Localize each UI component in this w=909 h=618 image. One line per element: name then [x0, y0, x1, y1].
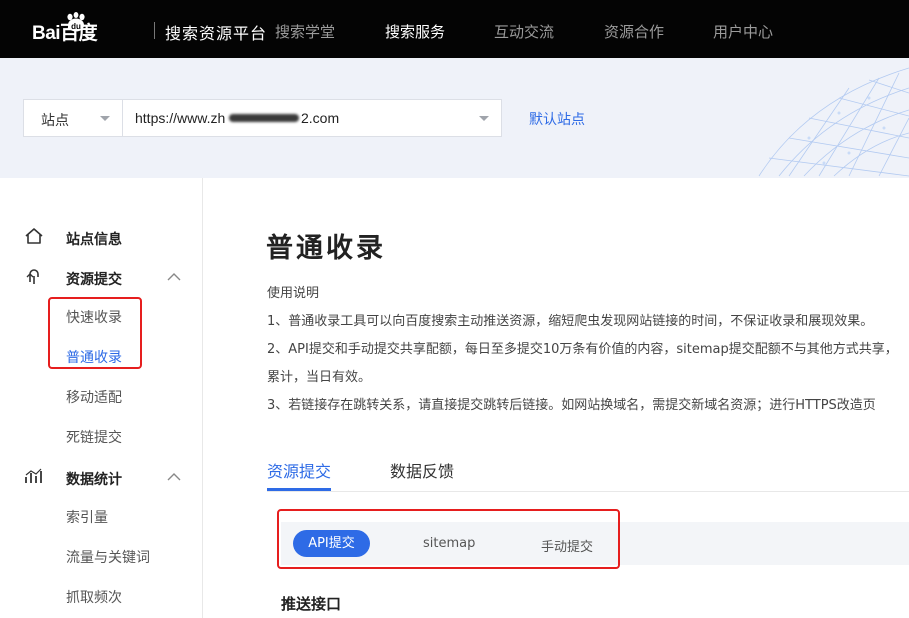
annotation-highlight-sidebar [48, 297, 142, 369]
site-selector: 站点 https://www.zh 2.com [23, 99, 502, 137]
tab-bar-divider [267, 491, 909, 492]
nav-search-service[interactable]: 搜索服务 [385, 21, 445, 42]
usage-line-1: 1、普通收录工具可以向百度搜索主动推送资源，缩短爬虫发现网站链接的时间，不保证收… [267, 314, 874, 329]
home-icon [25, 228, 43, 244]
tab-data-feedback[interactable]: 数据反馈 [390, 458, 454, 482]
caret-down-icon [100, 116, 110, 121]
section-title-push-api: 推送接口 [281, 595, 342, 613]
usage-line-4: 3、若链接存在跳转关系，请直接提交跳转后链接。如网站换域名，需提交新域名资源；进… [267, 398, 876, 413]
active-tab-indicator [267, 488, 331, 491]
baidu-paw-text: du [71, 22, 81, 31]
site-url-prefix: https://www.zh [135, 110, 226, 126]
site-type-dropdown[interactable]: 站点 [24, 100, 123, 136]
site-type-label: 站点 [41, 113, 69, 129]
sidebar-divider [202, 178, 203, 618]
sidebar-item-crawl-frequency[interactable]: 抓取频次 [66, 587, 122, 607]
chevron-up-icon[interactable] [166, 272, 182, 282]
sidebar-group-resource-submit[interactable]: 资源提交 [66, 269, 122, 289]
site-url-suffix: 2.com [301, 110, 340, 126]
sidebar-item-mobile-adapt[interactable]: 移动适配 [66, 387, 122, 407]
usage-heading: 使用说明 [267, 286, 320, 301]
stats-chart-icon [25, 468, 42, 483]
platform-name: 搜索资源平台 [165, 24, 268, 43]
baidu-paw-icon: du [67, 12, 85, 32]
annotation-highlight-subtabs [277, 509, 620, 569]
nav-search-academy[interactable]: 搜索学堂 [275, 21, 335, 42]
redacted-url-segment [229, 114, 299, 122]
sidebar-item-dead-link[interactable]: 死链提交 [66, 427, 122, 447]
usage-line-3: 累计，当日有效。 [267, 370, 372, 385]
tab-resource-submit[interactable]: 资源提交 [267, 458, 331, 482]
top-navigation-bar: Bai百度 du 搜索资源平台 搜索学堂 搜索服务 互动交流 资源合作 用户中心 [0, 0, 909, 58]
globe-decoration [758, 67, 909, 177]
default-site-link[interactable]: 默认站点 [529, 109, 585, 129]
page-title: 普通收录 [266, 233, 386, 264]
sidebar-item-traffic-keywords[interactable]: 流量与关键词 [66, 547, 150, 567]
site-selector-band: 站点 https://www.zh 2.com 默认站点 [0, 58, 909, 178]
chevron-up-icon[interactable] [166, 472, 182, 482]
logo-divider [154, 22, 155, 39]
sidebar-item-index-volume[interactable]: 索引量 [66, 507, 108, 527]
site-url-dropdown[interactable]: https://www.zh 2.com [123, 100, 501, 136]
usage-line-2: 2、API提交和手动提交共享配额，每日至多提交10万条有价值的内容，sitema… [267, 342, 898, 357]
nav-user-center[interactable]: 用户中心 [713, 21, 773, 42]
sidebar-group-data-stats[interactable]: 数据统计 [66, 469, 122, 489]
nav-resource-cooperation[interactable]: 资源合作 [604, 21, 664, 42]
nav-interaction[interactable]: 互动交流 [494, 21, 554, 42]
link-submit-icon [26, 269, 39, 284]
caret-down-icon [479, 116, 489, 121]
sidebar-item-site-info[interactable]: 站点信息 [66, 229, 122, 249]
